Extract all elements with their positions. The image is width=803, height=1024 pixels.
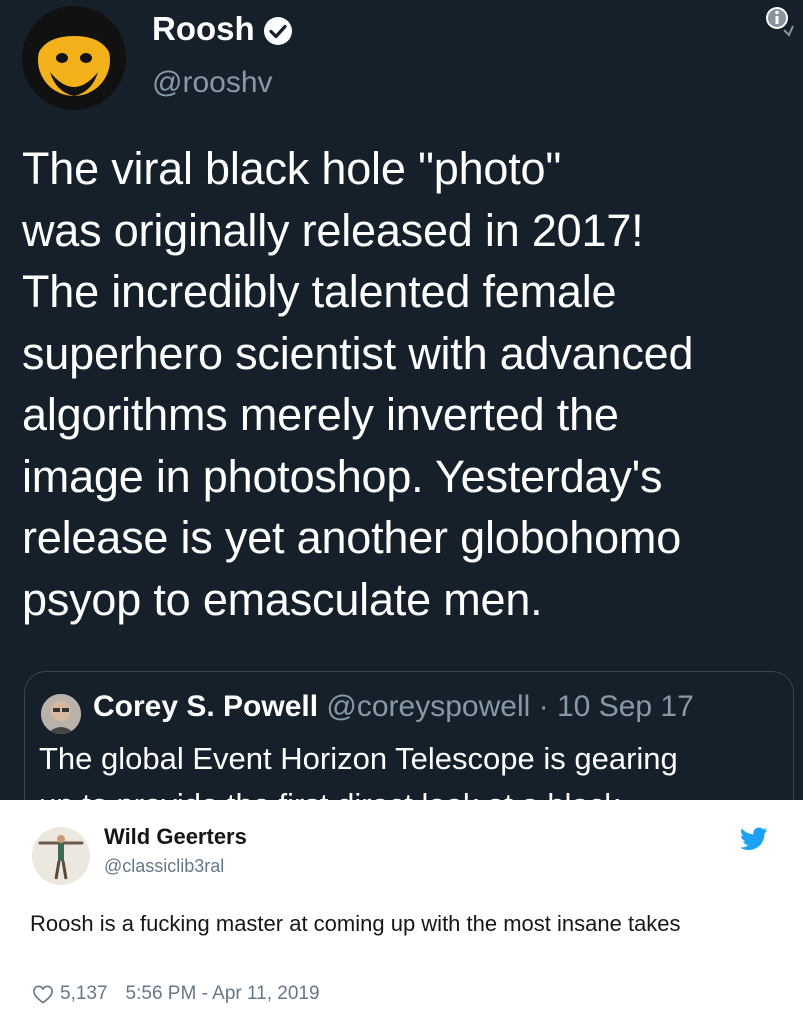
quoted-separator: · (538, 690, 549, 723)
author-name[interactable]: Roosh (152, 10, 255, 48)
author-handle[interactable]: @rooshv (152, 66, 273, 100)
reply-avatar[interactable] (32, 827, 90, 885)
quoted-date: 10 Sep 17 (556, 690, 694, 723)
twitter-bird-icon[interactable] (740, 827, 768, 851)
quoted-header: Corey S. Powell @coreyspowell · 10 Sep 1… (93, 690, 694, 724)
reply-text: Roosh is a fucking master at coming up w… (30, 911, 681, 936)
avatar[interactable] (22, 6, 126, 110)
timestamp[interactable]: 5:56 PM - Apr 11, 2019 (126, 983, 320, 1005)
verified-badge-icon (264, 17, 292, 45)
info-icon[interactable] (764, 4, 794, 38)
quoted-tweet[interactable]: Corey S. Powell @coreyspowell · 10 Sep 1… (24, 671, 794, 800)
quoted-avatar (41, 694, 81, 734)
reply-meta: 5,137 5:56 PM - Apr 11, 2019 (32, 983, 320, 1005)
embedded-tweet-screenshot: Roosh @rooshv The viral black hole "phot… (0, 0, 803, 800)
reply-tweet: Wild Geerters @classiclib3ral Roosh is a… (0, 800, 803, 1024)
quoted-text: The global Event Horizon Telescope is ge… (39, 741, 678, 800)
reply-author-handle[interactable]: @classiclib3ral (104, 856, 224, 877)
like-count[interactable]: 5,137 (60, 983, 108, 1005)
tweet-text: The viral black hole "photo" was origina… (22, 143, 694, 625)
heart-icon[interactable] (32, 984, 54, 1004)
reply-author-name[interactable]: Wild Geerters (104, 824, 247, 850)
quoted-name: Corey S. Powell (93, 690, 319, 723)
quoted-handle: @coreyspowell (326, 690, 531, 723)
